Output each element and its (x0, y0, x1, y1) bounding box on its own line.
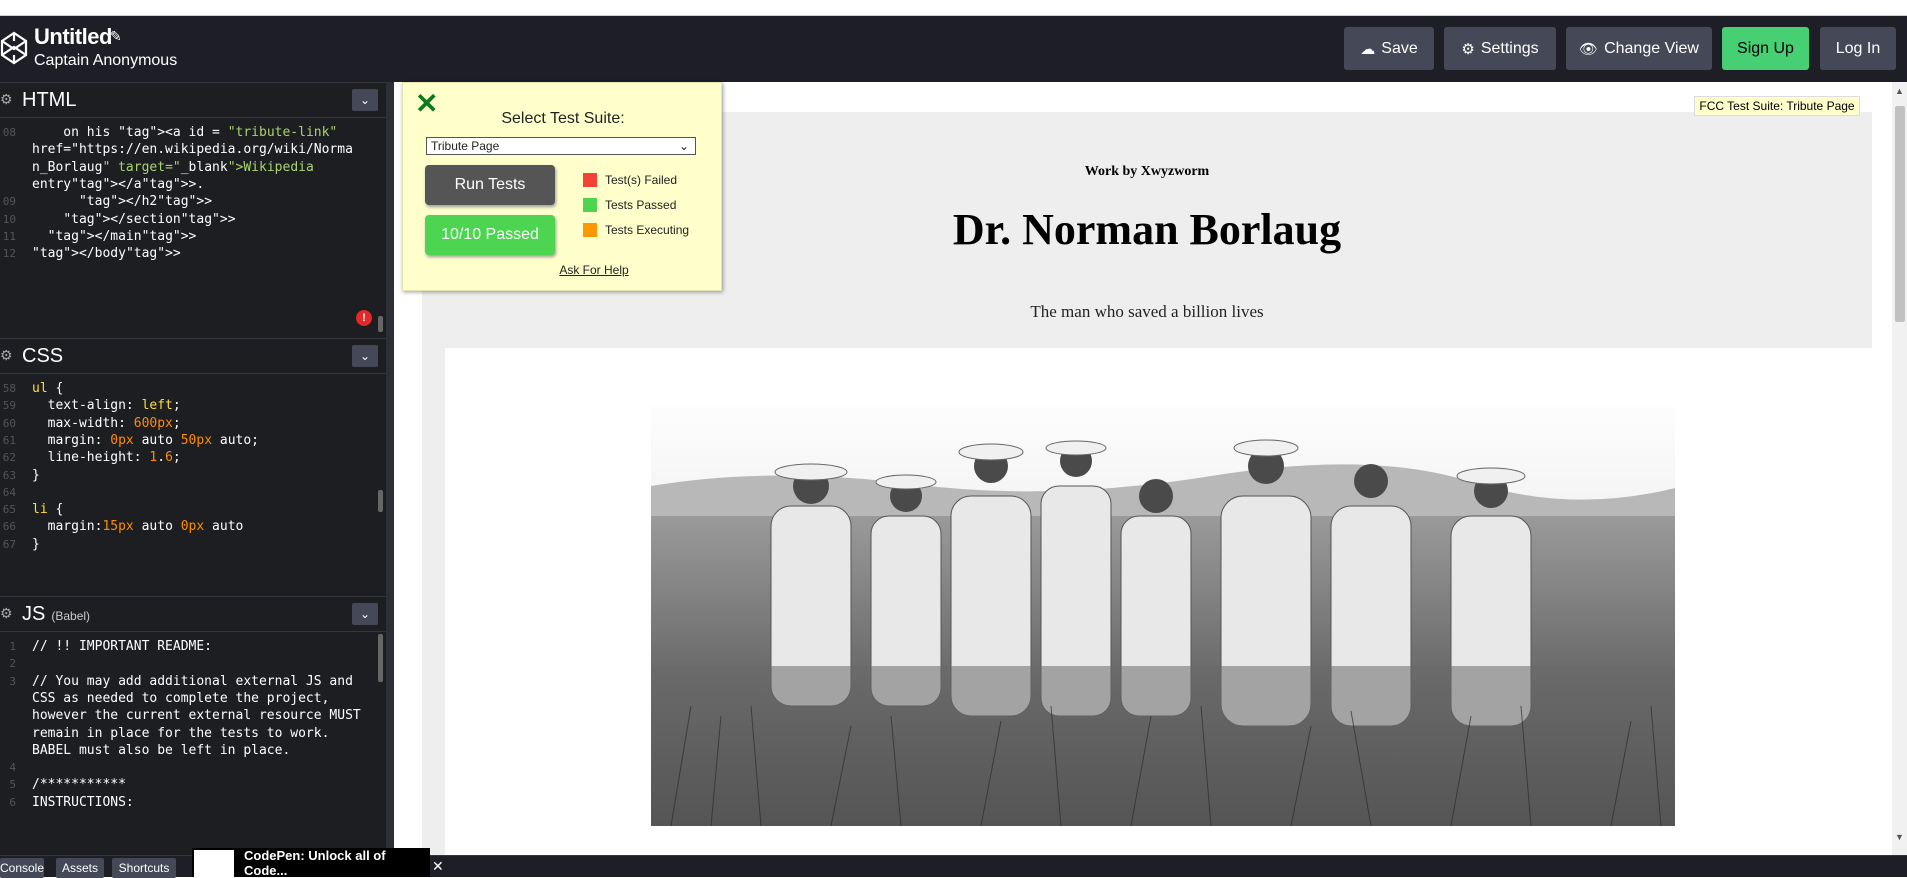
sign-up-label: Sign Up (1737, 39, 1794, 57)
test-suite-select[interactable]: Tribute Page ⌄ (426, 137, 696, 155)
code-line[interactable]: line-height: 1.6; (32, 447, 181, 468)
html-settings-gear-icon[interactable]: ⚙ (0, 91, 13, 108)
code-line[interactable]: "tag"></body"tag">> (32, 243, 181, 264)
run-tests-button[interactable]: Run Tests (425, 165, 555, 205)
html-editor-label: HTML (22, 89, 77, 111)
code-line[interactable]: // !! IMPORTANT README: (32, 636, 212, 657)
log-in-button[interactable]: Log In (1820, 27, 1896, 70)
legend-executing: Tests Executing (583, 223, 689, 237)
legend-failed-swatch (583, 173, 597, 187)
browser-top-strip (0, 0, 1907, 16)
js-scrollbar[interactable] (378, 634, 383, 682)
legend-executing-label: Tests Executing (605, 223, 690, 237)
fcc-test-suite-badge: FCC Test Suite: Tribute Page (1694, 96, 1860, 116)
scroll-down-arrow-icon[interactable]: ▼ (1895, 832, 1904, 842)
css-editor-label: CSS (22, 345, 64, 367)
legend-executing-swatch (583, 223, 597, 237)
js-code-area[interactable]: 1// !! IMPORTANT README: 2 3// You may add… (0, 632, 386, 855)
select-suite-label: Select Test Suite: (501, 110, 625, 127)
code-line[interactable]: INSTRUCTIONS: (32, 792, 134, 813)
legend-passed: Tests Passed (583, 198, 676, 212)
js-preprocessor-label: (Babel) (51, 609, 91, 623)
promo-image (194, 850, 234, 877)
html-collapse-chevron-icon[interactable]: ⌄ (352, 89, 378, 111)
css-settings-gear-icon[interactable]: ⚙ (0, 347, 13, 364)
settings-label: Settings (1480, 39, 1539, 57)
js-editor-label: JS (Babel) (22, 603, 90, 626)
edit-title-pencil-icon[interactable]: ✎ (110, 28, 122, 45)
assets-button[interactable]: Assets (56, 858, 104, 878)
css-collapse-chevron-icon[interactable]: ⌄ (352, 345, 378, 367)
js-editor-bar[interactable]: ⚙ JS (Babel) ⌄ (0, 596, 386, 632)
code-line[interactable]: margin:15px auto 0px auto (32, 516, 244, 537)
save-label: Save (1381, 39, 1418, 57)
change-view-button[interactable]: 👁 Change View (1566, 27, 1712, 70)
legend-passed-swatch (583, 198, 597, 212)
html-scrollbar[interactable] (378, 316, 383, 332)
js-settings-gear-icon[interactable]: ⚙ (0, 605, 13, 622)
css-scrollbar[interactable] (378, 490, 383, 512)
shortcuts-button[interactable]: Shortcuts (112, 858, 176, 878)
js-label-text: JS (22, 603, 46, 625)
editor-resize-handle[interactable] (386, 82, 394, 855)
legend-passed-label: Tests Passed (605, 198, 677, 212)
fcc-test-suite-panel: ✕ Select Test Suite: Tribute Page ⌄ Run … (402, 82, 722, 291)
log-in-label: Log In (1835, 39, 1881, 57)
legend-failed: Test(s) Failed (583, 173, 677, 187)
line-number: 67 (2, 537, 16, 551)
gear-icon: ⚙ (1461, 40, 1475, 58)
sign-up-button[interactable]: Sign Up (1722, 27, 1809, 70)
html-editor-bar[interactable]: ⚙ HTML ⌄ (0, 82, 386, 118)
pen-title[interactable]: Untitled (34, 24, 112, 50)
close-promo-icon[interactable]: ✕ (432, 858, 444, 875)
change-view-label: Change View (1604, 39, 1699, 57)
html-code-area[interactable]: 08 on his "tag"><a id = "tribute-link" hr… (0, 118, 386, 338)
test-suite-selected-value: Tribute Page (431, 139, 500, 153)
line-number: 6 (9, 795, 16, 809)
promo-text: CodePen: Unlock all of Code... (244, 847, 386, 878)
legend-failed-label: Test(s) Failed (605, 173, 678, 187)
error-indicator-icon[interactable]: ! (356, 310, 372, 326)
ask-for-help-link[interactable]: Ask For Help (403, 263, 723, 277)
code-line[interactable]: } (32, 465, 40, 486)
js-collapse-chevron-icon[interactable]: ⌄ (352, 603, 378, 625)
tests-result-button[interactable]: 10/10 Passed (425, 215, 555, 255)
scroll-up-arrow-icon[interactable]: ▲ (1895, 86, 1904, 96)
editor-panes: ⚙ HTML ⌄ 08 on his "tag"><a id = "tribut… (0, 82, 394, 855)
tribute-tagline: The man who saved a billion lives (1030, 302, 1264, 321)
save-button[interactable]: ☁ Save (1344, 27, 1434, 70)
image-container (445, 348, 1879, 855)
borlaug-field-photo (651, 406, 1675, 826)
css-editor-bar[interactable]: ⚙ CSS ⌄ (0, 338, 386, 374)
line-number: 08 (2, 126, 16, 139)
line-number: 3 (9, 674, 16, 688)
preview-scrollbar[interactable]: ▲ ▼ (1892, 82, 1907, 855)
eye-icon: 👁 (1579, 40, 1599, 58)
select-chevron-down-icon: ⌄ (678, 139, 689, 153)
cloud-icon: ☁ (1360, 40, 1376, 58)
pen-author[interactable]: Captain Anonymous (34, 52, 177, 70)
codepen-promo-banner[interactable]: CodePen: Unlock all of Code... (192, 847, 430, 878)
codepen-header: Untitled ✎ Captain Anonymous ☁ Save ⚙ Se… (0, 16, 1907, 82)
code-line[interactable]: BABEL must also be left in place. (32, 740, 290, 761)
preview-scroll-thumb[interactable] (1895, 106, 1905, 322)
line-number: 12 (2, 247, 16, 261)
code-line[interactable]: } (32, 534, 40, 555)
console-button[interactable]: Console (0, 858, 44, 878)
settings-button[interactable]: ⚙ Settings (1444, 27, 1556, 70)
codepen-logo-icon[interactable] (0, 30, 28, 66)
css-code-area[interactable]: 58 ul {59 text-align: left; 60 max-width: … (0, 374, 386, 592)
